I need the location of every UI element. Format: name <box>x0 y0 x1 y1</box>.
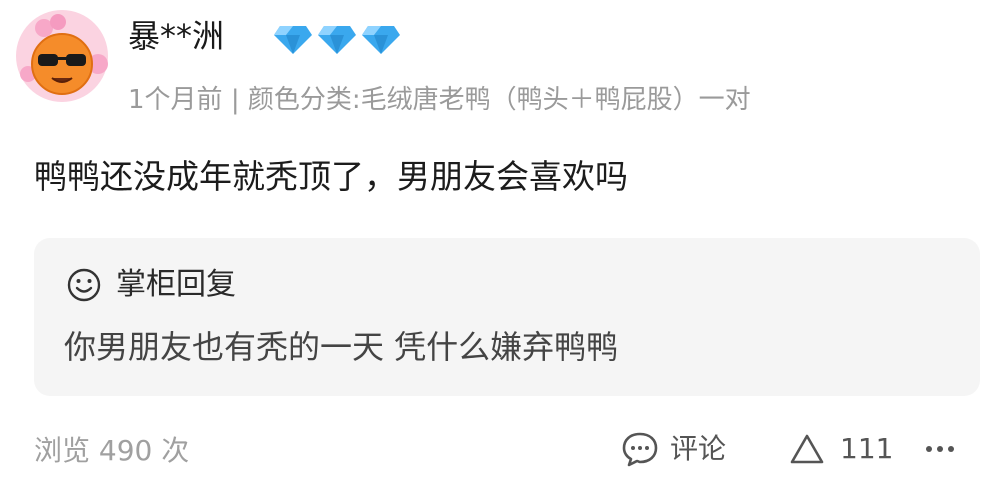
review-meta: 1个月前 | 颜色分类:毛绒唐老鸭（鸭头＋鸭屁股）一对 <box>128 80 751 120</box>
sunglasses-orange-avatar-icon <box>16 10 108 102</box>
more-options-icon[interactable] <box>926 426 954 472</box>
seller-reply-header: 掌柜回复 <box>66 262 236 308</box>
diamond-icon <box>318 26 356 54</box>
product-variant: 颜色分类:毛绒唐老鸭（鸭头＋鸭屁股）一对 <box>247 85 751 115</box>
meta-separator: | <box>230 85 240 115</box>
seller-reply-title: 掌柜回复 <box>116 267 236 302</box>
more-dot <box>948 446 954 452</box>
triangle-like-icon <box>790 434 824 464</box>
seller-reply-text: 你男朋友也有秃的一天 凭什么嫌弃鸭鸭 <box>64 328 619 366</box>
review-footer: 浏览 490 次 评论 111 <box>0 420 992 482</box>
diamond-icon <box>274 26 312 54</box>
like-count: 111 <box>840 432 894 465</box>
comment-label: 评论 <box>670 432 727 465</box>
diamond-icon <box>362 26 400 54</box>
smile-face-icon <box>67 268 101 302</box>
more-dot <box>937 446 943 452</box>
seller-reply: 掌柜回复 你男朋友也有秃的一天 凭什么嫌弃鸭鸭 <box>34 238 980 396</box>
comment-icon <box>622 432 658 467</box>
comment-button[interactable]: 评论 <box>620 426 726 472</box>
avatar[interactable] <box>14 8 110 104</box>
view-count: 浏览 490 次 <box>34 434 190 467</box>
member-badges <box>272 16 402 60</box>
post-time: 1个月前 <box>128 85 223 115</box>
like-button[interactable]: 111 <box>788 426 893 472</box>
more-dot <box>926 446 932 452</box>
username[interactable]: 暴**洲 <box>128 14 224 58</box>
review-text: 鸭鸭还没成年就秃顶了，男朋友会喜欢吗 <box>34 157 628 196</box>
